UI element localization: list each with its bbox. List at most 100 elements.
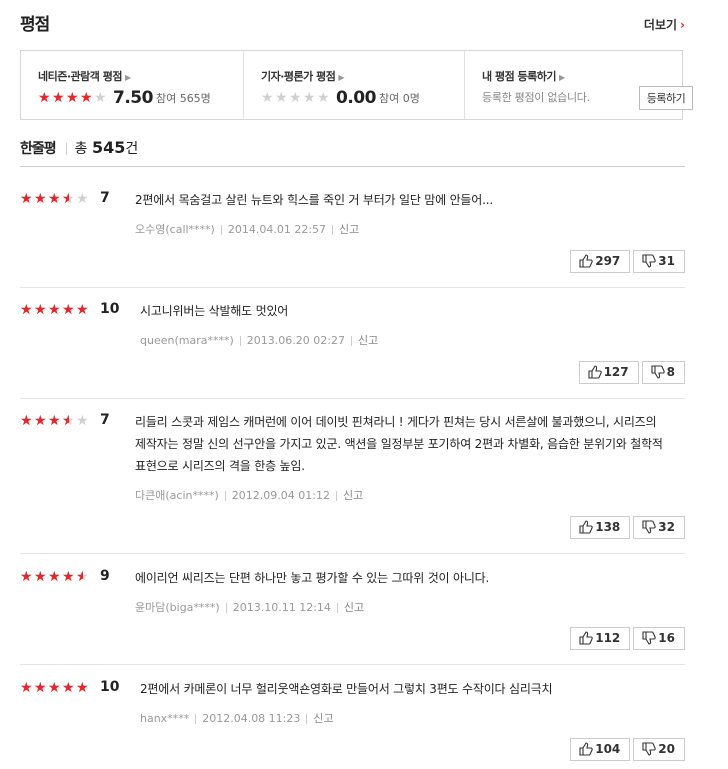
star-icon: ★★	[62, 570, 76, 584]
review-total: 545	[91, 138, 126, 157]
star-rating: ★★★★★★★★★★	[261, 91, 331, 105]
report-link[interactable]: 신고	[339, 223, 359, 236]
star-fill-icon: ★	[34, 681, 47, 695]
my-score-link[interactable]: 내 평점 등록하기 ▶	[482, 68, 565, 84]
star-icon: ★★	[66, 91, 80, 105]
review-author: queen(mara****)	[140, 334, 234, 347]
divider	[336, 603, 338, 613]
review-item: ★ ★ ★ ★ ★ ★ ★ ★ ★ ★ 10 시고니위버는 삭발해도 멋있어 queen(mara…	[20, 300, 685, 399]
netizen-score: 네티즌·관람객 평점▶ ★★★★★★★★★★7.50참여 565명	[21, 51, 243, 119]
star-rating: ★★★★★★★★★★	[20, 192, 90, 206]
star-icon: ★★	[76, 191, 89, 207]
review-date: 2012.04.08 11:23	[202, 712, 301, 725]
register-score-button[interactable]: 등록하기	[639, 86, 693, 110]
like-button[interactable]: 127	[578, 361, 639, 384]
star-icon: ★★	[261, 89, 274, 106]
netizen-score-link[interactable]: 네티즌·관람객 평점 ▶	[38, 68, 131, 84]
review-author: 다큰애(acin****)	[135, 489, 219, 502]
dislike-button[interactable]: 20	[633, 738, 685, 761]
star-icon: ★★	[52, 91, 66, 105]
review-total-prefix: 총	[74, 141, 88, 157]
report-link[interactable]: 신고	[344, 601, 364, 614]
thumbs-up-icon	[579, 631, 593, 645]
like-button[interactable]: 138	[570, 516, 631, 539]
review-meta: queen(mara****) 2013.06.20 02:27 신고	[140, 332, 378, 348]
star-fill-icon: ★	[48, 681, 61, 695]
star-icon: ★★	[317, 89, 330, 106]
star-icon: ★★	[275, 89, 288, 106]
review-date: 2014.04.01 22:57	[227, 223, 327, 236]
divider	[239, 336, 241, 346]
thumbs-up-icon	[579, 254, 593, 268]
review-text: 에이리언 씨리즈는 단편 하나만 놓고 평가할 수 있는 그따위 것이 아니다.	[135, 571, 490, 585]
star-fill-icon: ★	[34, 192, 47, 206]
star-icon: ★★	[80, 89, 93, 106]
star-icon: ★★	[34, 681, 48, 695]
review-count: 한줄평 총 545건	[20, 137, 138, 159]
vote-buttons: 297 31	[567, 250, 685, 273]
star-icon: ★★	[48, 192, 62, 206]
review-meta: hanx**** 2012.04.08 11:23 신고	[140, 710, 334, 726]
star-icon: ★★	[303, 89, 316, 106]
vote-buttons: 104 20	[567, 738, 685, 761]
dislike-button[interactable]: 16	[633, 627, 685, 650]
netizen-participants: 참여 565명	[155, 91, 211, 105]
review-item: ★ ★ ★ ★ ★ ★ ★ ★ ★ ★ 9 에이리언 씨리즈는 단편 하나만 놓고 평가할 수 있…	[20, 567, 685, 665]
review-score: 7	[100, 412, 110, 428]
divider	[306, 714, 308, 724]
star-fill-icon: ★	[20, 414, 33, 428]
report-link[interactable]: 신고	[313, 712, 333, 725]
dislike-count: 31	[658, 254, 675, 268]
more-link[interactable]: 더보기 ›	[644, 16, 685, 33]
dislike-count: 16	[658, 631, 675, 645]
review-author: hanx****	[140, 712, 190, 725]
star-icon: ★★	[34, 303, 48, 317]
review-date: 2013.06.20 02:27	[246, 334, 345, 347]
dislike-button[interactable]: 8	[641, 361, 685, 384]
star-icon: ★★	[76, 303, 90, 317]
like-button[interactable]: 112	[570, 627, 631, 650]
netizen-score-value: 7.50	[113, 87, 153, 108]
star-rating: ★★★★★★★★★★	[20, 681, 90, 695]
star-icon: ★★	[20, 681, 34, 695]
star-icon: ★★	[94, 89, 107, 106]
dislike-button[interactable]: 32	[633, 516, 685, 539]
report-link[interactable]: 신고	[358, 334, 378, 347]
star-fill-icon: ★	[62, 414, 69, 428]
like-button[interactable]: 297	[570, 250, 631, 273]
review-count-label: 한줄평	[20, 141, 57, 157]
star-icon: ★★	[48, 681, 62, 695]
dislike-button[interactable]: 31	[633, 250, 685, 273]
my-score-label: 내 평점 등록하기	[482, 70, 557, 83]
like-button[interactable]: 104	[570, 738, 631, 761]
star-icon: ★★	[48, 414, 62, 428]
star-icon: ★★	[38, 91, 52, 105]
critic-score-link[interactable]: 기자·평론가 평점 ▶	[261, 68, 344, 84]
like-count: 112	[595, 631, 621, 645]
rating-section: 평점 더보기› 네티즌·관람객 평점▶ ★★★★★★★★★★7.50참여 565…	[0, 0, 728, 769]
thumbs-up-icon	[579, 520, 593, 534]
review-author: 오수영(call****)	[135, 223, 215, 236]
chevron-right-icon: ›	[680, 18, 685, 32]
star-fill-icon: ★	[76, 681, 89, 695]
review-text: 시고니위버는 삭발해도 멋있어	[140, 304, 289, 318]
section-header: 평점 더보기 ›	[20, 12, 685, 38]
star-icon: ★★	[62, 191, 75, 207]
my-score-message: 등록한 평점이 없습니다.	[482, 91, 590, 104]
thumbs-down-icon	[642, 520, 657, 534]
like-count: 297	[595, 254, 621, 268]
score-summary-box: 네티즌·관람객 평점▶ ★★★★★★★★★★7.50참여 565명 기자·평론가…	[20, 50, 693, 120]
dislike-count: 20	[658, 742, 675, 756]
divider	[224, 491, 226, 501]
dislike-count: 32	[658, 520, 675, 534]
star-icon: ★★	[34, 192, 48, 206]
vote-buttons: 112 16	[567, 627, 685, 650]
star-rating: ★★★★★★★★★★	[20, 414, 90, 428]
section-title: 평점	[20, 15, 50, 35]
star-icon: ★★	[20, 192, 34, 206]
report-link[interactable]: 신고	[343, 489, 363, 502]
star-fill-icon: ★	[38, 90, 51, 105]
divider	[225, 603, 227, 613]
star-fill-icon: ★	[80, 90, 91, 105]
critic-score-value: 0.00	[336, 87, 376, 108]
